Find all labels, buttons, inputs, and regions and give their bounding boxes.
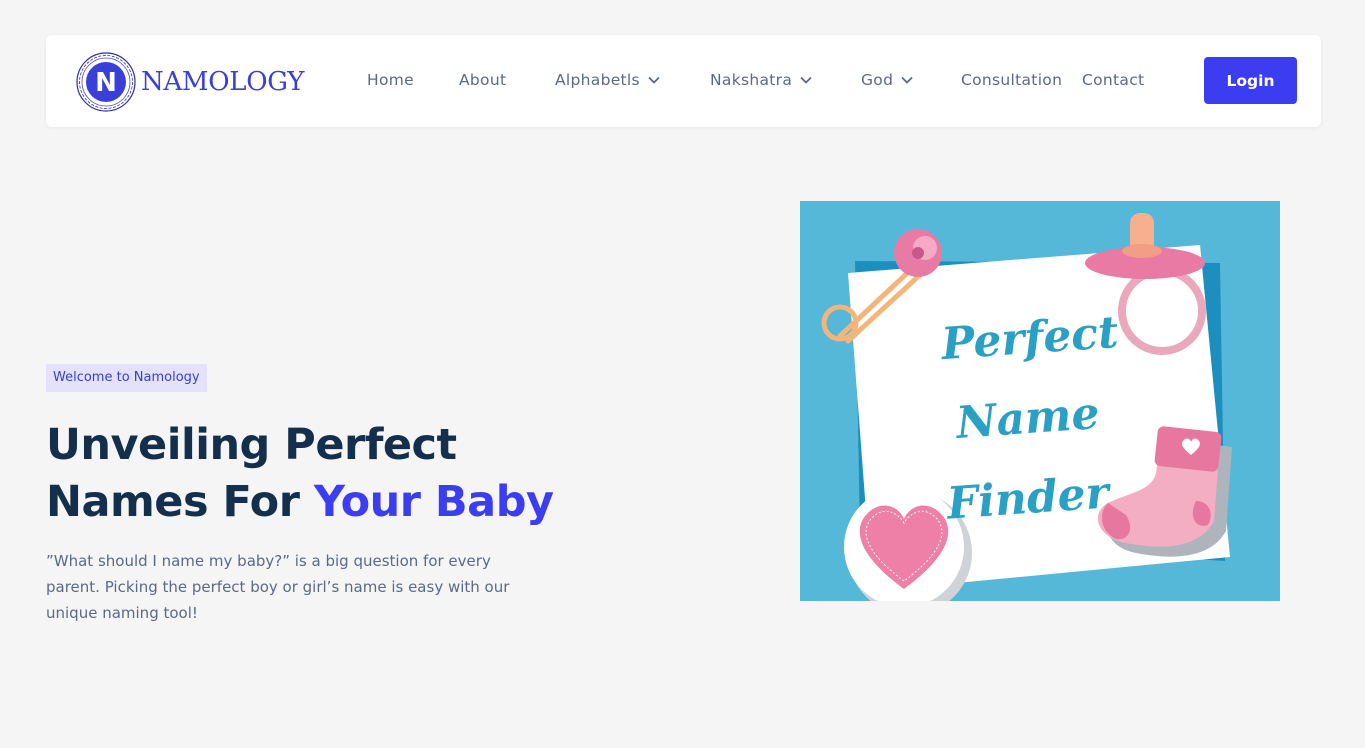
brand-name: NAMOLOGY — [141, 67, 305, 97]
login-button[interactable]: Login — [1204, 57, 1297, 104]
chevron-down-icon — [648, 76, 660, 84]
namology-logo-icon: N — [76, 52, 136, 112]
image-text-name: Name — [953, 388, 1101, 449]
nav-alphabets-dropdown[interactable]: Alphabetls — [555, 71, 660, 89]
nav-contact[interactable]: Contact — [1082, 71, 1144, 89]
top-navbar: N NAMOLOGY Home About Alphabetls Nakshat… — [46, 35, 1321, 127]
nav-consultation[interactable]: Consultation — [961, 71, 1062, 89]
nav-god-dropdown[interactable]: God — [861, 71, 913, 89]
svg-text:N: N — [95, 68, 117, 98]
nav-about[interactable]: About — [459, 71, 506, 89]
nav-nakshatra-dropdown[interactable]: Nakshatra — [710, 71, 812, 89]
hero-description: ”What should I name my baby?” is a big q… — [46, 552, 510, 622]
perfect-name-finder-illustration: Perfect Name Finder — [800, 201, 1280, 601]
welcome-badge: Welcome to Namology — [46, 364, 207, 392]
chevron-down-icon — [800, 76, 812, 84]
brand-logo[interactable]: N NAMOLOGY — [75, 51, 304, 113]
hero-title-accent: Your Baby — [313, 477, 554, 527]
nav-home[interactable]: Home — [367, 71, 414, 89]
chevron-down-icon — [901, 76, 913, 84]
hero-title: Unveiling Perfect Names For Your Baby — [46, 420, 554, 527]
